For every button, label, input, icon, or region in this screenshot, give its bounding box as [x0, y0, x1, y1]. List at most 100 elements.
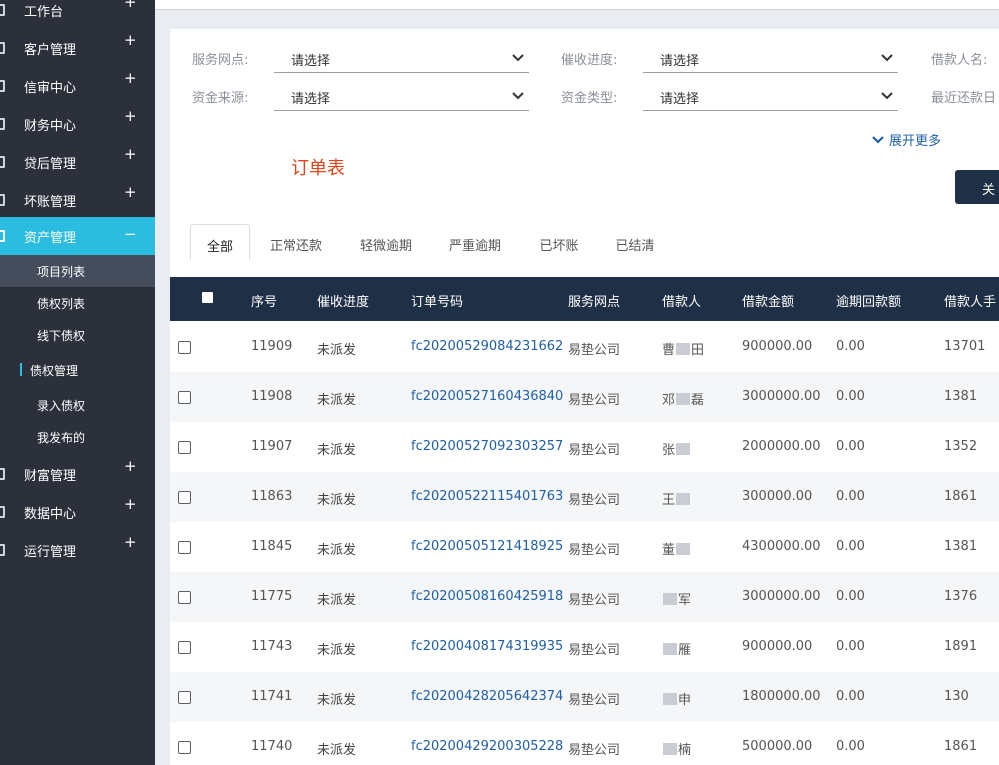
select-all-checkbox[interactable]	[202, 292, 213, 303]
table-row[interactable]: 11741 未派发 fc20200428205642374 易垫公司 申 180…	[170, 672, 999, 722]
cell-progress: 未派发	[317, 543, 357, 558]
table-row[interactable]: 11863 未派发 fc20200522115401763 易垫公司 王 300…	[170, 472, 999, 522]
order-link[interactable]: fc20200428205642374	[411, 689, 563, 704]
nav-item-wealth[interactable]: 财富管理 +	[0, 455, 155, 493]
cell-overdue-paid: 0.00	[836, 439, 865, 454]
order-link[interactable]: fc20200508160425918	[411, 589, 563, 604]
cell-phone: 1891	[944, 639, 978, 654]
table-row[interactable]: 11740 未派发 fc20200429200305228 易垫公司 楠 500…	[170, 722, 999, 765]
nav-item-finance[interactable]: 财务中心 +	[0, 105, 155, 143]
order-link[interactable]: fc20200529084231662	[411, 339, 563, 354]
sub-item-project-list[interactable]: 项目列表	[0, 255, 155, 287]
recent-repay-label: 最近还款日	[931, 91, 997, 106]
table-row[interactable]: 11775 未派发 fc20200508160425918 易垫公司 军 300…	[170, 572, 999, 622]
close-button[interactable]: 关	[955, 170, 999, 204]
expand-icon[interactable]: +	[124, 147, 137, 162]
tab-settled[interactable]: 已结清	[613, 224, 657, 260]
header-overdue-paid[interactable]: 逾期回款额	[836, 291, 901, 310]
expand-icon[interactable]: +	[124, 497, 137, 512]
expand-icon[interactable]: +	[124, 185, 137, 200]
header-service-point[interactable]: 服务网点	[568, 291, 620, 310]
tab-bad-debt[interactable]: 已坏账	[537, 224, 581, 260]
expand-icon[interactable]: +	[124, 535, 137, 550]
header-phone[interactable]: 借款人手	[944, 291, 996, 310]
fund-source-label: 资金来源:	[192, 91, 249, 106]
row-checkbox[interactable]	[178, 341, 191, 354]
expand-icon[interactable]: +	[124, 459, 137, 474]
order-link[interactable]: fc20200527092303257	[411, 439, 563, 454]
borrower-char: 曹	[662, 343, 676, 358]
sub-item-offline-claim[interactable]: 线下债权	[0, 319, 155, 351]
header-amount[interactable]: 借款金额	[742, 291, 794, 310]
nav-item-bad-debt[interactable]: 坏账管理 +	[0, 181, 155, 219]
row-checkbox[interactable]	[178, 691, 191, 704]
sub-item-enter-claim[interactable]: 录入债权	[0, 389, 155, 421]
cell-progress: 未派发	[317, 743, 357, 758]
cell-seq: 11863	[251, 489, 293, 504]
cell-borrower: 申	[662, 689, 691, 708]
cell-borrower: 张	[662, 439, 691, 458]
close-button-label: 关	[982, 183, 996, 198]
expand-more-link[interactable]: 展开更多	[872, 130, 941, 149]
tab-all[interactable]: 全部	[190, 224, 250, 260]
order-link[interactable]: fc20200505121418925	[411, 539, 563, 554]
expand-icon[interactable]: +	[124, 71, 137, 86]
table-row[interactable]: 11907 未派发 fc20200527092303257 易垫公司 张 200…	[170, 422, 999, 472]
sub-item-claim-list[interactable]: 债权列表	[0, 287, 155, 319]
collection-progress-select[interactable]: 请选择	[643, 43, 898, 73]
tab-minor-overdue[interactable]: 轻微逾期	[358, 224, 414, 260]
table-row[interactable]: 11845 未派发 fc20200505121418925 易垫公司 董 430…	[170, 522, 999, 572]
nav-item-operation[interactable]: 运行管理 +	[0, 531, 155, 569]
redaction	[676, 443, 691, 455]
order-link[interactable]: fc20200527160436840	[411, 389, 563, 404]
header-seq[interactable]: 序号	[251, 291, 277, 310]
cell-overdue-paid: 0.00	[836, 639, 865, 654]
fund-type-select[interactable]: 请选择	[643, 81, 898, 111]
collection-progress-label: 催收进度:	[561, 53, 618, 68]
order-link[interactable]: fc20200408174319935	[411, 639, 563, 654]
expand-more-label: 展开更多	[889, 134, 942, 149]
header-borrower[interactable]: 借款人	[662, 291, 701, 310]
header-order-no[interactable]: 订单号码	[411, 291, 463, 310]
nav-item-asset[interactable]: 资产管理 −	[0, 217, 155, 255]
row-checkbox[interactable]	[178, 491, 191, 504]
table-row[interactable]: 11743 未派发 fc20200408174319935 易垫公司 雁 900…	[170, 622, 999, 672]
expand-icon[interactable]: +	[124, 109, 137, 124]
order-link[interactable]: fc20200429200305228	[411, 739, 563, 754]
tab-severe-overdue[interactable]: 严重逾期	[447, 224, 503, 260]
nav-item-post-loan[interactable]: 贷后管理 +	[0, 143, 155, 181]
service-point-select[interactable]: 请选择	[274, 43, 529, 73]
row-checkbox[interactable]	[178, 641, 191, 654]
row-checkbox[interactable]	[178, 391, 191, 404]
cell-overdue-paid: 0.00	[836, 689, 865, 704]
row-checkbox[interactable]	[178, 741, 191, 754]
nav-item-audit[interactable]: 信审中心 +	[0, 67, 155, 105]
nav-item-workbench[interactable]: 工作台 +	[0, 0, 155, 29]
table-row[interactable]: 11909 未派发 fc20200529084231662 易垫公司 曹田 90…	[170, 322, 999, 372]
expand-icon[interactable]: +	[124, 33, 137, 48]
cell-service-point: 易垫公司	[568, 643, 621, 658]
tab-normal-repayment[interactable]: 正常还款	[268, 224, 324, 260]
row-checkbox[interactable]	[178, 591, 191, 604]
expand-icon[interactable]: +	[124, 0, 137, 10]
cell-phone: 13701	[944, 339, 986, 354]
header-progress[interactable]: 催收进度	[317, 291, 369, 310]
collapse-icon[interactable]: −	[124, 227, 137, 242]
cell-phone: 1376	[944, 589, 978, 604]
customer-icon	[0, 42, 5, 54]
cell-phone: 1861	[944, 739, 978, 754]
table-row[interactable]: 11908 未派发 fc20200527160436840 易垫公司 邓磊 30…	[170, 372, 999, 422]
borrower-char: 磊	[691, 393, 705, 408]
order-link[interactable]: fc20200522115401763	[411, 489, 563, 504]
nav-item-data[interactable]: 数据中心 +	[0, 493, 155, 531]
cell-phone: 1381	[944, 389, 978, 404]
row-checkbox[interactable]	[178, 541, 191, 554]
row-checkbox[interactable]	[178, 441, 191, 454]
cell-progress: 未派发	[317, 493, 357, 508]
sub-group-claim-management[interactable]: 债权管理	[0, 354, 155, 386]
cell-amount: 3000000.00	[742, 389, 821, 404]
sub-item-my-published[interactable]: 我发布的	[0, 421, 155, 453]
nav-item-customer[interactable]: 客户管理 +	[0, 29, 155, 67]
fund-source-select[interactable]: 请选择	[274, 81, 529, 111]
cell-overdue-paid: 0.00	[836, 589, 865, 604]
